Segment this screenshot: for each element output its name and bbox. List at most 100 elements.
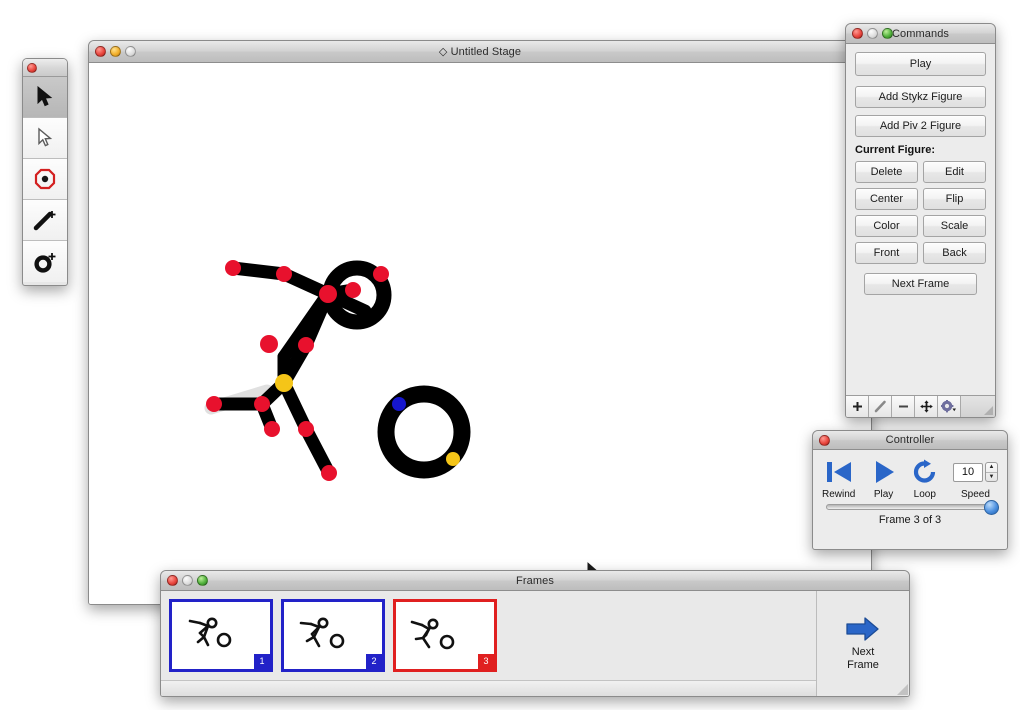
controller-window-controls[interactable] xyxy=(819,434,830,446)
pencil-glyph xyxy=(874,400,886,413)
add-piv2-figure-button[interactable]: Add Piv 2 Figure xyxy=(855,115,986,137)
controller-title: Controller xyxy=(885,434,935,446)
frames-window-controls[interactable] xyxy=(167,575,208,586)
stepper-down-icon[interactable]: ▼ xyxy=(986,473,997,482)
close-icon[interactable] xyxy=(27,62,37,73)
commands-window[interactable]: Commands Play Add Stykz Figure Add Piv 2… xyxy=(845,23,996,418)
close-icon[interactable] xyxy=(819,434,830,446)
frame-thumb-art xyxy=(410,618,455,650)
stepper-up-icon[interactable]: ▲ xyxy=(985,463,997,473)
speed-input[interactable]: 10 xyxy=(952,462,983,482)
frame-thumb-art xyxy=(299,617,345,649)
edit-button[interactable]: Edit xyxy=(923,161,986,183)
stage-titlebar[interactable]: ◇ Untitled Stage xyxy=(89,41,871,63)
loop-button[interactable]: Loop xyxy=(912,456,938,500)
pencil-icon[interactable] xyxy=(869,396,892,417)
timeline-slider[interactable] xyxy=(826,500,999,515)
scale-button[interactable]: Scale xyxy=(923,215,986,237)
resize-handle[interactable] xyxy=(897,684,908,695)
frame-number: 1 xyxy=(254,654,270,669)
rewind-button[interactable]: Rewind xyxy=(822,456,855,500)
controller-window[interactable]: Controller Rewind Play Loop 10 ▲ ▼ Speed… xyxy=(812,430,1008,550)
front-button[interactable]: Front xyxy=(855,242,918,264)
stage-canvas[interactable] xyxy=(89,63,871,604)
speed-stepper[interactable]: ▲ ▼ xyxy=(984,462,998,482)
circle-plus-icon xyxy=(34,252,56,273)
controller-titlebar[interactable]: Controller xyxy=(813,431,1007,450)
center-button[interactable]: Center xyxy=(855,188,918,210)
frame-thumbnail-2[interactable]: 2 xyxy=(281,599,385,672)
play-icon xyxy=(871,456,897,488)
play-button[interactable]: Play xyxy=(871,456,897,500)
node-tool[interactable] xyxy=(23,159,67,200)
minus-glyph xyxy=(898,405,908,408)
play-label: Play xyxy=(873,489,894,500)
next-frame-panel[interactable]: Next Frame xyxy=(817,591,909,696)
zoom-icon[interactable] xyxy=(125,46,136,57)
commands-window-controls[interactable] xyxy=(852,28,893,39)
zoom-icon[interactable] xyxy=(197,575,208,586)
commands-body: Play Add Stykz Figure Add Piv 2 Figure C… xyxy=(846,44,995,295)
next-frame-button[interactable]: Next Frame xyxy=(864,273,977,295)
resize-handle[interactable] xyxy=(981,396,995,417)
minimize-icon[interactable] xyxy=(110,46,121,57)
rewind-label: Rewind xyxy=(822,489,856,500)
frame-number: 2 xyxy=(366,654,382,669)
add-stykz-figure-button[interactable]: Add Stykz Figure xyxy=(855,86,986,108)
slider-knob[interactable] xyxy=(984,500,999,515)
flip-button[interactable]: Flip xyxy=(923,188,986,210)
minus-icon[interactable] xyxy=(892,396,915,417)
zoom-icon[interactable] xyxy=(882,28,893,39)
circle-object xyxy=(377,385,471,479)
frames-title: Frames xyxy=(516,574,554,587)
close-icon[interactable] xyxy=(95,46,106,57)
frames-strip: 1 2 3 xyxy=(161,591,816,680)
arrow-outline-icon xyxy=(38,127,53,147)
add-circle-tool[interactable] xyxy=(23,241,67,282)
plus-icon[interactable] xyxy=(846,396,869,417)
play-button[interactable]: Play xyxy=(855,52,986,76)
stage-artwork xyxy=(204,260,471,481)
frame-number: 3 xyxy=(478,654,494,669)
stick-figure-strokes xyxy=(207,261,372,480)
select-tool[interactable] xyxy=(23,77,67,118)
stage-window[interactable]: ◇ Untitled Stage xyxy=(88,40,872,605)
toolbar-filler xyxy=(961,396,981,417)
next-frame-label: Next Frame xyxy=(847,646,879,672)
move-icon[interactable] xyxy=(915,396,938,417)
right-arrow-icon xyxy=(846,617,879,641)
loop-icon xyxy=(912,456,938,488)
subselect-tool[interactable] xyxy=(23,118,67,159)
back-button[interactable]: Back xyxy=(923,242,986,264)
gear-glyph xyxy=(941,400,956,413)
commands-titlebar[interactable]: Commands xyxy=(846,24,995,44)
figure-action-grid: Delete Edit Center Flip Color Scale Fron… xyxy=(855,161,986,264)
speed-control[interactable]: 10 ▲ ▼ Speed xyxy=(952,456,998,500)
color-button[interactable]: Color xyxy=(855,215,918,237)
arrow-filled-icon xyxy=(37,86,53,107)
frames-titlebar[interactable]: Frames xyxy=(161,571,909,591)
frame-thumbnail-3[interactable]: 3 xyxy=(393,599,497,672)
close-icon[interactable] xyxy=(167,575,178,586)
next-frame-label-line2: Frame xyxy=(847,659,879,671)
rewind-icon xyxy=(824,456,854,488)
circle-handle-blue xyxy=(392,397,406,411)
tool-palette-titlebar[interactable] xyxy=(23,59,67,77)
gear-dropdown-icon[interactable] xyxy=(938,396,961,417)
minimize-icon[interactable] xyxy=(182,575,193,586)
loop-label: Loop xyxy=(913,489,936,500)
controller-body: Rewind Play Loop 10 ▲ ▼ Speed Frame 3 of… xyxy=(813,450,1007,526)
tool-palette-window[interactable] xyxy=(22,58,68,286)
close-icon[interactable] xyxy=(852,28,863,39)
minimize-icon[interactable] xyxy=(867,28,878,39)
add-line-tool[interactable] xyxy=(23,200,67,241)
frames-horizontal-scrollbar[interactable] xyxy=(161,680,816,696)
frames-strip-wrap: 1 2 3 xyxy=(161,591,817,696)
frame-thumbnail-1[interactable]: 1 xyxy=(169,599,273,672)
stage-window-controls[interactable] xyxy=(95,46,136,57)
stage-title: ◇ Untitled Stage xyxy=(438,46,522,58)
line-plus-icon xyxy=(33,211,56,231)
delete-button[interactable]: Delete xyxy=(855,161,918,183)
frames-window[interactable]: Frames 1 2 3 Next Frame xyxy=(160,570,910,697)
speed-label: Speed xyxy=(961,489,990,500)
